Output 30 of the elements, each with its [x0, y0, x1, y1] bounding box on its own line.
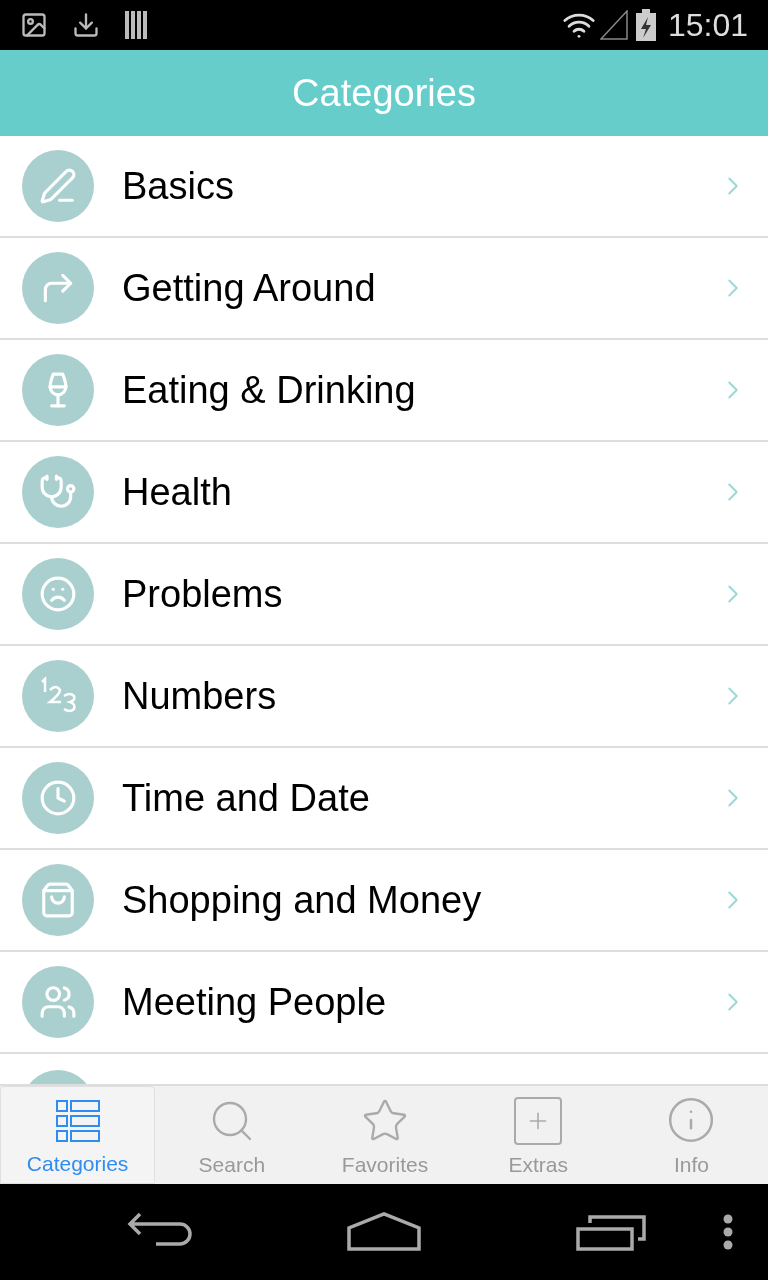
battery-icon [635, 9, 656, 41]
category-label: Getting Around [122, 265, 377, 311]
clock-time: 15:01 [667, 6, 748, 45]
home-icon[interactable] [347, 1212, 421, 1252]
list-icon [54, 1097, 101, 1144]
category-label: Basics [122, 163, 235, 209]
category-label: Problems [122, 571, 284, 617]
signal-icon [599, 10, 628, 40]
category-label: Health [122, 469, 233, 515]
category-label: Eating & Drinking [122, 367, 417, 413]
recent-apps-icon[interactable] [576, 1213, 646, 1251]
barcode-icon [124, 10, 150, 40]
category-row[interactable]: Meeting People [0, 952, 768, 1054]
category-row[interactable]: Eating & Drinking [0, 340, 768, 442]
plus-icon [514, 1096, 563, 1145]
category-row[interactable]: Shopping and Money [0, 850, 768, 952]
category-row[interactable]: Getting Around [0, 238, 768, 340]
more-icon[interactable] [722, 1214, 734, 1250]
image-icon [20, 11, 48, 39]
category-label: Time and Date [122, 775, 371, 821]
category-label: Shopping and Money [122, 877, 483, 923]
category-label: Meeting People [122, 979, 388, 1025]
category-row[interactable]: Health [0, 442, 768, 544]
category-row[interactable]: Problems [0, 544, 768, 646]
download-icon [72, 11, 100, 39]
category-row[interactable]: Time and Date [0, 748, 768, 850]
category-label: Numbers [122, 673, 278, 719]
category-row[interactable]: Numbers [0, 646, 768, 748]
page-title: Categories [292, 70, 476, 116]
category-row[interactable]: Basics [0, 136, 768, 238]
